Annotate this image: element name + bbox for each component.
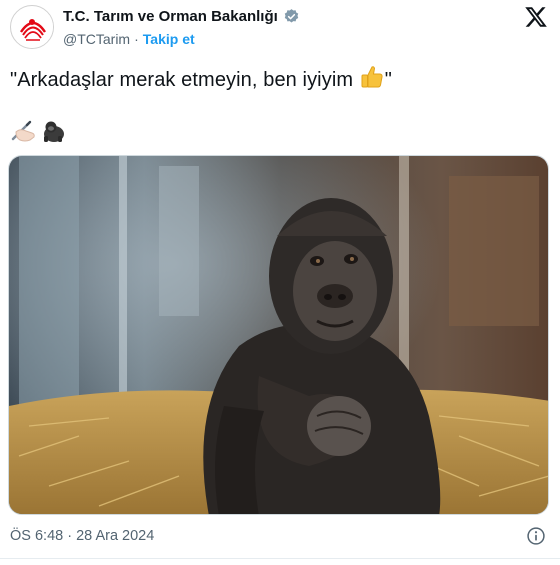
separator-dot: · [134, 31, 139, 47]
tweet-text: "Arkadaşlar merak etmeyin, ben iyiyim " [10, 64, 392, 94]
info-icon[interactable] [526, 526, 546, 546]
tweet-text-close-quote: " [384, 69, 392, 91]
writing-hand-icon [11, 120, 35, 142]
tweet-photo[interactable] [8, 155, 549, 515]
tweet-header: T.C. Tarım ve Orman Bakanlığı @TCTarim ·… [10, 5, 550, 55]
ministry-logo-icon [12, 7, 53, 48]
follow-button[interactable]: Takip et [143, 31, 195, 47]
handle-row: @TCTarim · Takip et [63, 31, 195, 47]
gorilla-icon [44, 121, 64, 142]
thumbs-up-icon [361, 66, 383, 88]
verified-badge-icon [284, 9, 299, 23]
tweet-timestamp[interactable]: ÖS 6:48 · 28 Ara 2024 [10, 528, 154, 544]
avatar[interactable] [10, 5, 54, 49]
tweet-text-body: "Arkadaşlar merak etmeyin, ben iyiyim [10, 69, 359, 91]
emoji-line [10, 118, 68, 144]
name-row: T.C. Tarım ve Orman Bakanlığı [63, 8, 300, 25]
bottom-divider [0, 558, 560, 559]
x-logo-icon[interactable] [524, 5, 548, 29]
display-name[interactable]: T.C. Tarım ve Orman Bakanlığı [63, 8, 278, 25]
gorilla-photo [9, 156, 548, 514]
handle[interactable]: @TCTarim [63, 31, 130, 47]
